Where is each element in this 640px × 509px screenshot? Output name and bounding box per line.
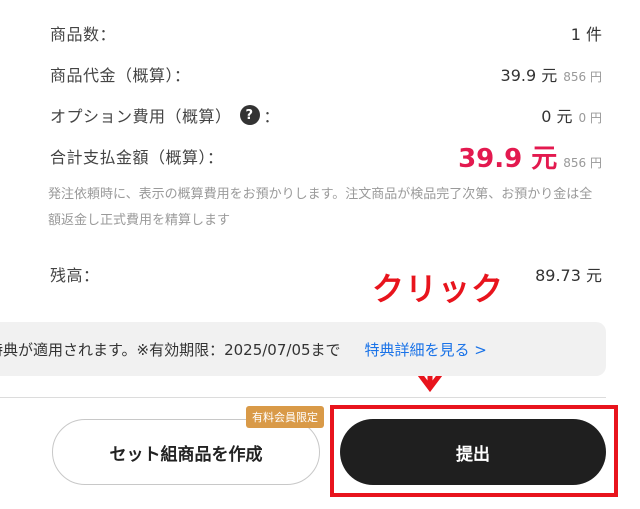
option-cost-value: 0 元 [541,107,573,126]
product-cost-value-group: 39.9 元 856 円 [501,62,602,86]
total-label: 合計支払金額（概算）： [50,148,224,167]
benefit-bar: 特典が適用されます。※有効期限：2025/07/05まで 特典詳細を見る > [0,322,606,376]
option-cost-colon: ： [263,107,281,126]
option-cost-value-group: 0 元 0 円 [541,103,602,127]
product-cost-row: 商品代金（概算）： 39.9 元 856 円 [50,60,602,88]
total-value-group: 39.9 元 856 円 [458,138,602,175]
item-count-label: 商品数： [50,25,117,44]
balance-row: 残高： 89.73 元 [50,260,602,288]
product-cost-yen: 856 円 [563,70,602,84]
item-count-row: 商品数： 1 件 [50,19,602,47]
click-annotation: クリック [372,270,505,308]
product-cost-value: 39.9 元 [500,66,558,85]
help-icon[interactable]: ? [239,105,260,125]
benefit-details-link[interactable]: 特典詳細を見る > [365,339,487,360]
total-yen: 856 円 [563,155,602,170]
balance-value: 89.73 元 [535,266,602,285]
notice-text: 発注依頼時に、表示の概算費用をお預かりします。注文商品が検品完了次第、お預かり金… [48,187,593,228]
option-cost-row: オプション費用（概算） ? ： 0 元 0 円 [50,101,602,129]
member-only-badge: 有料会員限定 [246,406,324,428]
option-cost-label-group: オプション費用（概算） ? ： [50,103,280,127]
product-cost-label: 商品代金（概算）： [50,66,191,85]
item-count-value: 1 件 [570,25,602,44]
total-value: 39.9 元 [458,143,558,174]
benefit-text: 特典が適用されます。※有効期限：2025/07/05まで [0,340,341,359]
total-row: 合計支払金額（概算）： 39.9 元 856 円 [50,142,602,174]
submit-button[interactable]: 提出 [340,419,606,485]
balance-label: 残高： [50,266,100,285]
divider [0,397,606,398]
create-set-product-button[interactable]: セット組商品を作成 [52,419,320,485]
option-cost-label: オプション費用（概算） [50,107,232,126]
option-cost-yen: 0 円 [578,111,602,125]
